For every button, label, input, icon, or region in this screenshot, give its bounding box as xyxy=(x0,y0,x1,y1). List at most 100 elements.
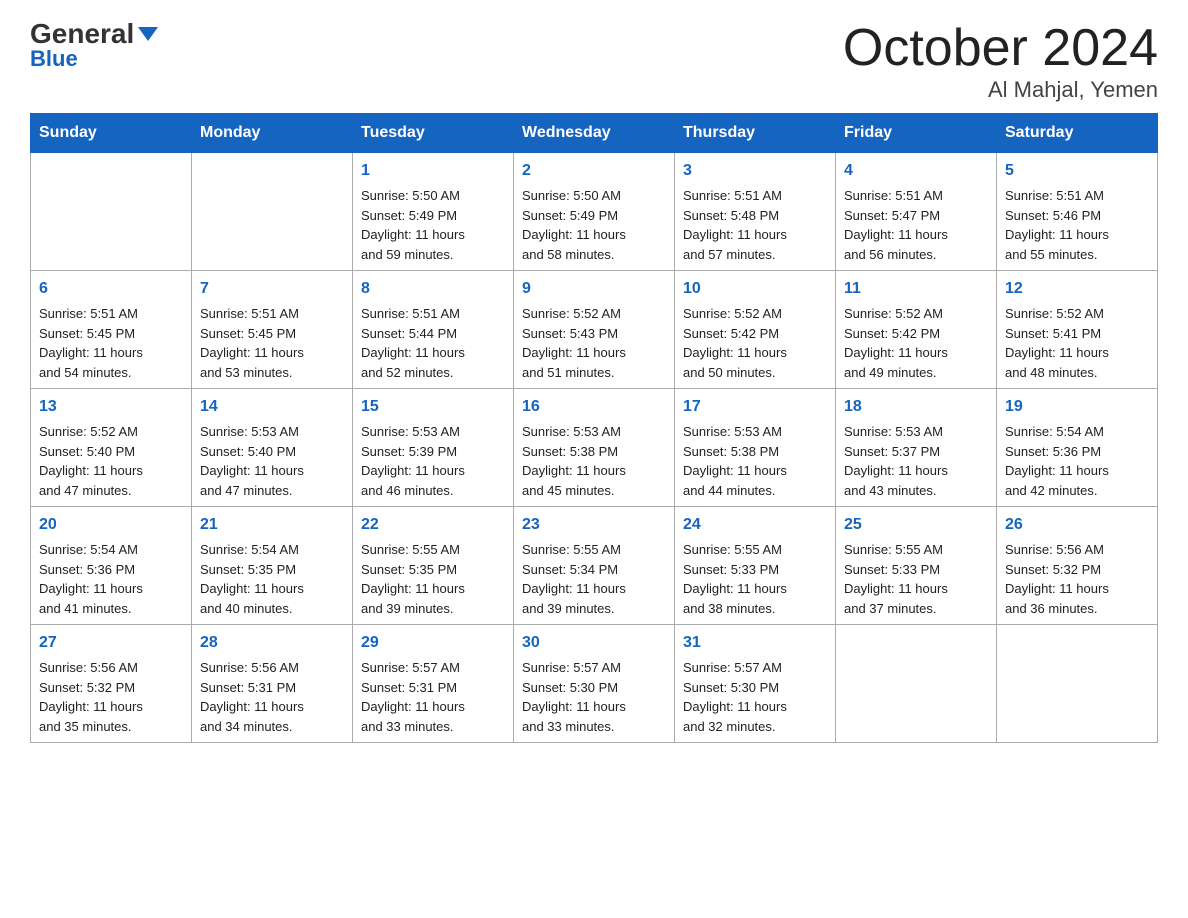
day-info: Sunset: 5:45 PM xyxy=(39,324,183,344)
day-number: 17 xyxy=(683,395,827,419)
day-info: Daylight: 11 hours xyxy=(522,579,666,599)
day-info: Sunrise: 5:53 AM xyxy=(844,422,988,442)
day-info: Sunset: 5:49 PM xyxy=(522,206,666,226)
weekday-header: Friday xyxy=(836,114,997,153)
calendar-cell: 5Sunrise: 5:51 AMSunset: 5:46 PMDaylight… xyxy=(997,153,1158,271)
day-info: and 44 minutes. xyxy=(683,481,827,501)
day-info: and 32 minutes. xyxy=(683,717,827,737)
day-number: 20 xyxy=(39,513,183,537)
calendar-cell: 24Sunrise: 5:55 AMSunset: 5:33 PMDayligh… xyxy=(675,507,836,625)
day-number: 7 xyxy=(200,277,344,301)
calendar-cell: 18Sunrise: 5:53 AMSunset: 5:37 PMDayligh… xyxy=(836,389,997,507)
day-info: Sunset: 5:47 PM xyxy=(844,206,988,226)
day-info: Daylight: 11 hours xyxy=(683,461,827,481)
day-info: Sunset: 5:35 PM xyxy=(361,560,505,580)
calendar-cell: 16Sunrise: 5:53 AMSunset: 5:38 PMDayligh… xyxy=(514,389,675,507)
day-number: 9 xyxy=(522,277,666,301)
day-info: Sunrise: 5:56 AM xyxy=(1005,540,1149,560)
day-number: 4 xyxy=(844,159,988,183)
day-number: 31 xyxy=(683,631,827,655)
day-info: and 57 minutes. xyxy=(683,245,827,265)
day-info: and 56 minutes. xyxy=(844,245,988,265)
calendar-cell: 10Sunrise: 5:52 AMSunset: 5:42 PMDayligh… xyxy=(675,271,836,389)
day-info: Sunset: 5:43 PM xyxy=(522,324,666,344)
day-number: 24 xyxy=(683,513,827,537)
calendar-week-row: 20Sunrise: 5:54 AMSunset: 5:36 PMDayligh… xyxy=(31,507,1158,625)
day-info: Daylight: 11 hours xyxy=(522,461,666,481)
day-number: 3 xyxy=(683,159,827,183)
day-info: Daylight: 11 hours xyxy=(1005,461,1149,481)
calendar-cell: 25Sunrise: 5:55 AMSunset: 5:33 PMDayligh… xyxy=(836,507,997,625)
day-info: Sunrise: 5:53 AM xyxy=(522,422,666,442)
day-number: 22 xyxy=(361,513,505,537)
calendar-cell: 15Sunrise: 5:53 AMSunset: 5:39 PMDayligh… xyxy=(353,389,514,507)
day-info: Sunset: 5:33 PM xyxy=(844,560,988,580)
calendar-cell xyxy=(997,625,1158,743)
day-info: Sunset: 5:38 PM xyxy=(683,442,827,462)
calendar-cell: 28Sunrise: 5:56 AMSunset: 5:31 PMDayligh… xyxy=(192,625,353,743)
day-info: Daylight: 11 hours xyxy=(39,697,183,717)
calendar-cell: 8Sunrise: 5:51 AMSunset: 5:44 PMDaylight… xyxy=(353,271,514,389)
weekday-header: Sunday xyxy=(31,114,192,153)
day-info: and 52 minutes. xyxy=(361,363,505,383)
day-number: 21 xyxy=(200,513,344,537)
day-info: Sunrise: 5:51 AM xyxy=(1005,186,1149,206)
calendar-cell: 11Sunrise: 5:52 AMSunset: 5:42 PMDayligh… xyxy=(836,271,997,389)
day-info: Sunrise: 5:55 AM xyxy=(522,540,666,560)
logo: General Blue xyxy=(30,20,158,70)
day-info: and 47 minutes. xyxy=(200,481,344,501)
day-number: 16 xyxy=(522,395,666,419)
calendar-cell: 30Sunrise: 5:57 AMSunset: 5:30 PMDayligh… xyxy=(514,625,675,743)
calendar-cell: 2Sunrise: 5:50 AMSunset: 5:49 PMDaylight… xyxy=(514,153,675,271)
logo-triangle-icon xyxy=(138,27,158,41)
calendar-cell: 14Sunrise: 5:53 AMSunset: 5:40 PMDayligh… xyxy=(192,389,353,507)
calendar-cell: 27Sunrise: 5:56 AMSunset: 5:32 PMDayligh… xyxy=(31,625,192,743)
weekday-header: Tuesday xyxy=(353,114,514,153)
day-info: Daylight: 11 hours xyxy=(522,343,666,363)
day-info: and 45 minutes. xyxy=(522,481,666,501)
day-info: Sunset: 5:31 PM xyxy=(200,678,344,698)
day-info: Sunrise: 5:56 AM xyxy=(39,658,183,678)
day-info: Sunset: 5:42 PM xyxy=(844,324,988,344)
day-info: Sunrise: 5:52 AM xyxy=(844,304,988,324)
day-info: and 39 minutes. xyxy=(522,599,666,619)
day-info: and 38 minutes. xyxy=(683,599,827,619)
day-number: 23 xyxy=(522,513,666,537)
day-info: Sunset: 5:33 PM xyxy=(683,560,827,580)
calendar-cell: 13Sunrise: 5:52 AMSunset: 5:40 PMDayligh… xyxy=(31,389,192,507)
calendar-cell: 3Sunrise: 5:51 AMSunset: 5:48 PMDaylight… xyxy=(675,153,836,271)
weekday-header: Monday xyxy=(192,114,353,153)
calendar-cell: 9 Sunrise: 5:52 AMSunset: 5:43 PMDaylight… xyxy=(514,271,675,389)
calendar-cell xyxy=(836,625,997,743)
day-info: and 58 minutes. xyxy=(522,245,666,265)
calendar-week-row: 27Sunrise: 5:56 AMSunset: 5:32 PMDayligh… xyxy=(31,625,1158,743)
day-info: and 46 minutes. xyxy=(361,481,505,501)
day-info: Daylight: 11 hours xyxy=(683,343,827,363)
day-info: Sunrise: 5:54 AM xyxy=(200,540,344,560)
day-number: 10 xyxy=(683,277,827,301)
calendar-cell: 17 Sunrise: 5:53 AMSunset: 5:38 PMDayligh… xyxy=(675,389,836,507)
calendar-cell: 19Sunrise: 5:54 AMSunset: 5:36 PMDayligh… xyxy=(997,389,1158,507)
location-title: Al Mahjal, Yemen xyxy=(843,77,1158,103)
day-info: Daylight: 11 hours xyxy=(39,461,183,481)
day-info: Sunrise: 5:54 AM xyxy=(1005,422,1149,442)
calendar-cell: 12Sunrise: 5:52 AMSunset: 5:41 PMDayligh… xyxy=(997,271,1158,389)
day-info: Sunrise: 5:52 AM xyxy=(522,304,666,324)
day-info: Daylight: 11 hours xyxy=(200,579,344,599)
day-info: Sunset: 5:36 PM xyxy=(39,560,183,580)
day-number: 18 xyxy=(844,395,988,419)
day-info: Daylight: 11 hours xyxy=(39,579,183,599)
day-info: Sunset: 5:30 PM xyxy=(522,678,666,698)
day-info: and 59 minutes. xyxy=(361,245,505,265)
day-info: Sunset: 5:46 PM xyxy=(1005,206,1149,226)
day-info: Sunrise: 5:55 AM xyxy=(844,540,988,560)
day-info: Sunrise: 5:52 AM xyxy=(39,422,183,442)
title-block: October 2024 Al Mahjal, Yemen xyxy=(843,20,1158,103)
day-info: Sunrise: 5:53 AM xyxy=(683,422,827,442)
weekday-header: Wednesday xyxy=(514,114,675,153)
calendar-cell xyxy=(192,153,353,271)
day-info: Sunrise: 5:51 AM xyxy=(200,304,344,324)
day-info: Sunrise: 5:54 AM xyxy=(39,540,183,560)
day-info: Daylight: 11 hours xyxy=(200,697,344,717)
day-info: and 50 minutes. xyxy=(683,363,827,383)
